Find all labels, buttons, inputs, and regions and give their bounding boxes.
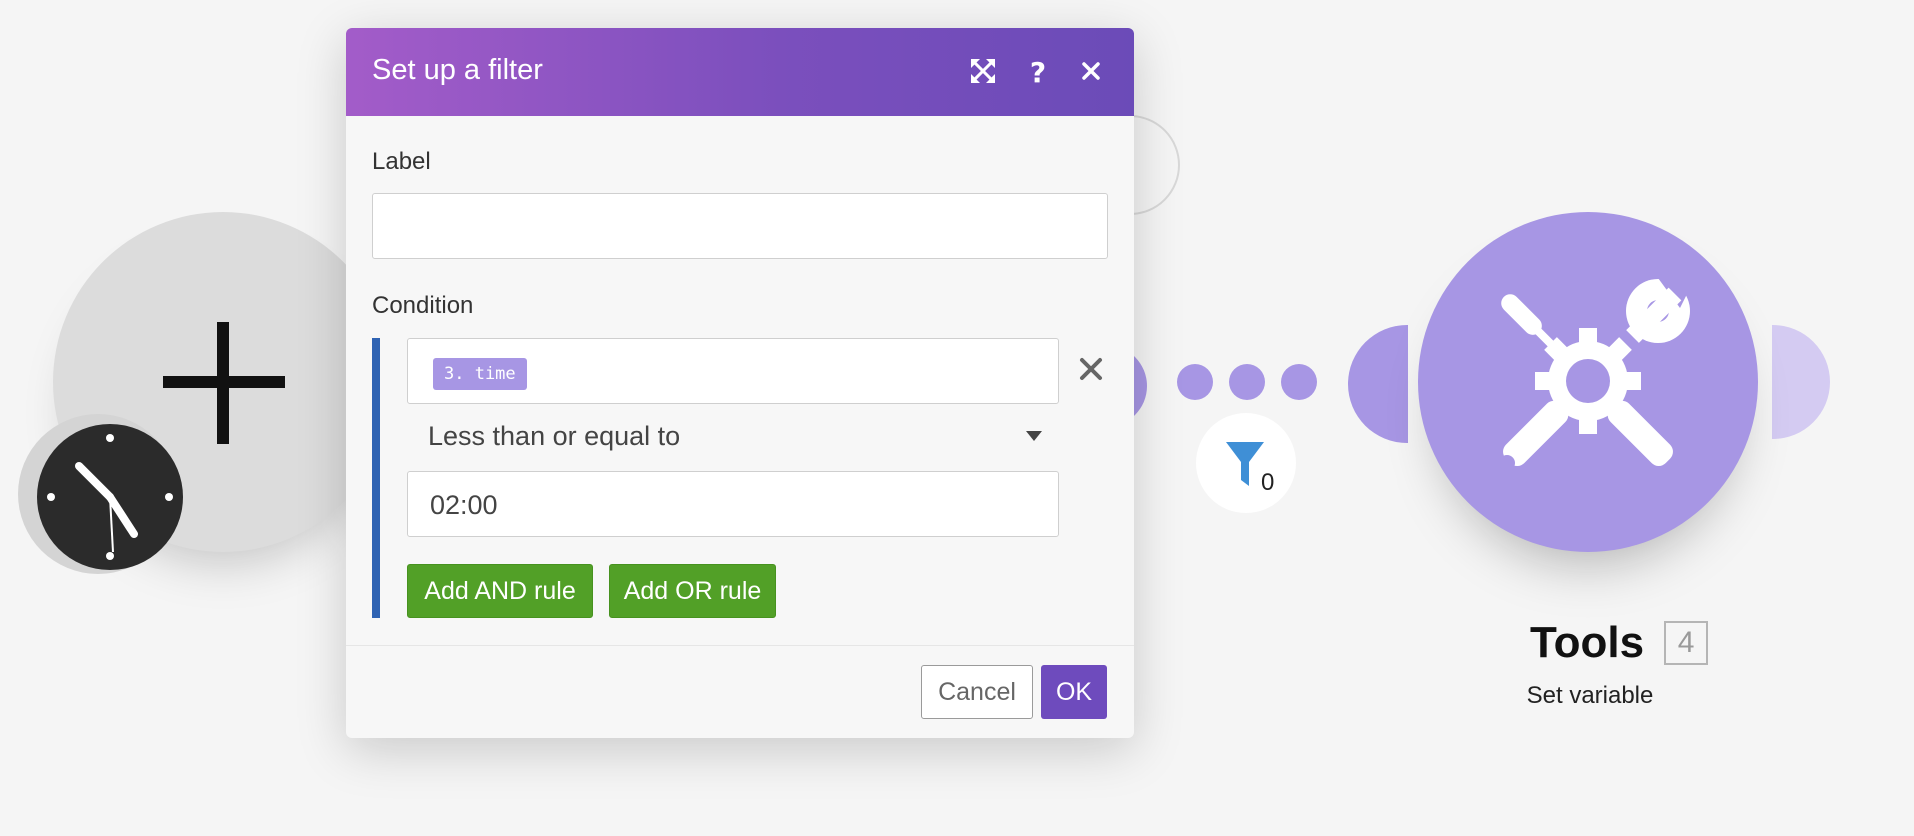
- remove-condition-icon[interactable]: [1075, 353, 1107, 385]
- chevron-down-icon[interactable]: [1024, 429, 1044, 443]
- svg-text:?: ?: [1030, 56, 1046, 86]
- dialog-header: Set up a filter ?: [346, 28, 1134, 116]
- footer-divider: [346, 645, 1134, 646]
- help-icon[interactable]: ?: [1023, 56, 1053, 86]
- filter-dialog: Set up a filter ? Label Condition 3. tim…: [346, 28, 1134, 738]
- filter-icon: [1226, 442, 1264, 486]
- plus-icon-horizontal: [163, 376, 285, 388]
- condition-value-input[interactable]: 02:00: [407, 471, 1059, 537]
- scenario-canvas: 0 Tools 4 Set variable Set up a filter ?…: [0, 0, 1914, 836]
- module-title-row: Tools 4: [1530, 618, 1710, 668]
- expand-icon[interactable]: [968, 56, 998, 86]
- label-input[interactable]: [372, 193, 1108, 259]
- module-subtitle: Set variable: [1526, 682, 1654, 709]
- condition-field-input[interactable]: 3. time: [407, 338, 1059, 404]
- condition-caption: Condition: [372, 292, 474, 319]
- route-dot: [1229, 364, 1265, 400]
- condition-group-bar: [372, 338, 380, 618]
- route-dot: [1177, 364, 1213, 400]
- condition-value: 02:00: [430, 490, 498, 520]
- label-caption: Label: [372, 148, 431, 175]
- module-id-badge: 4: [1664, 621, 1709, 665]
- add-or-rule-button[interactable]: Add OR rule: [609, 564, 776, 618]
- field-token[interactable]: 3. time: [433, 358, 527, 390]
- ok-button[interactable]: OK: [1041, 665, 1107, 719]
- tools-icon: [1499, 268, 1695, 471]
- add-and-rule-button[interactable]: Add AND rule: [407, 564, 593, 618]
- module-connector-left: [1348, 325, 1408, 443]
- module-connector-right[interactable]: [1772, 325, 1830, 439]
- route-dot: [1281, 364, 1317, 400]
- dialog-title: Set up a filter: [372, 54, 543, 86]
- operator-select[interactable]: Less than or equal to: [428, 421, 680, 452]
- clock-icon: [37, 424, 183, 570]
- close-icon[interactable]: [1076, 56, 1106, 86]
- filter-count: 0: [1261, 469, 1275, 496]
- module-title: Tools: [1530, 618, 1645, 667]
- cancel-button[interactable]: Cancel: [921, 665, 1033, 719]
